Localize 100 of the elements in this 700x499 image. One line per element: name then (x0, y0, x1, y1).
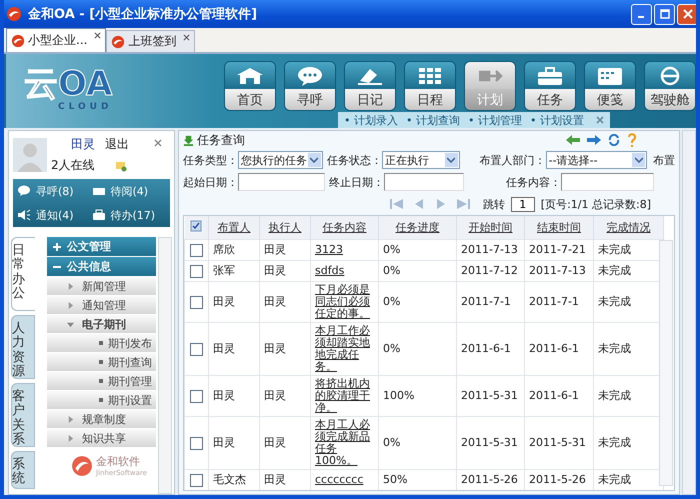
row-checkbox[interactable] (190, 296, 203, 308)
row-checkbox[interactable] (190, 390, 203, 402)
dropdown[interactable]: 正在执行 (382, 151, 460, 169)
field-label: 任务类型： (183, 152, 238, 168)
menu-label: 规章制度 (82, 412, 126, 426)
menu-group[interactable]: 公共信息 (47, 257, 156, 277)
close-icon[interactable] (183, 34, 190, 41)
chevron-down-icon (447, 157, 456, 163)
menu-item[interactable]: 期刊查询 (47, 353, 156, 372)
row-checkbox[interactable] (190, 474, 203, 486)
note-icon[interactable] (114, 160, 127, 172)
window-title: 金和OA - [小型企业标准办公管理软件] (28, 6, 258, 23)
app-logo-icon (111, 34, 126, 48)
scrollbar[interactable] (659, 240, 673, 486)
minimize-button[interactable] (631, 4, 652, 24)
input-field[interactable] (238, 173, 325, 191)
side-tab[interactable]: 人力资源 (11, 315, 35, 379)
table-cell: 田灵 (264, 342, 286, 355)
triangle-right-icon (67, 282, 74, 290)
stat-link[interactable]: 寻呼(8) (17, 184, 92, 198)
input-field[interactable] (561, 173, 654, 191)
tab-label: 小型企业... (28, 32, 88, 49)
refresh-icon[interactable] (608, 134, 620, 146)
menu-item[interactable]: 规章制度 (47, 410, 156, 429)
menu-item[interactable]: 期刊管理 (47, 372, 156, 391)
tab-label: 上班签到 (128, 33, 176, 50)
page-input[interactable]: 1 (510, 196, 535, 212)
close-button[interactable] (677, 4, 696, 24)
menu-item[interactable]: 期刊发布 (47, 334, 156, 353)
stat-link[interactable]: 待阅(4) (92, 184, 166, 198)
field-label: 任务状态： (326, 152, 382, 168)
stat-link[interactable]: 待办(17) (92, 208, 166, 222)
table-cell: 2011-7-21 (529, 243, 586, 256)
side-tab[interactable]: 客户关系 (11, 383, 35, 447)
table-cell: 2011-7-12 (461, 264, 518, 277)
submenu-link[interactable]: • 计划查询 (406, 112, 460, 128)
nav-button[interactable]: 驾驶舱 (644, 61, 696, 111)
side-tab[interactable]: 日常办公 (11, 237, 35, 311)
close-icon (682, 9, 692, 19)
table-cell: 0% (383, 436, 400, 449)
select-all-icon[interactable] (190, 220, 202, 232)
table-cell: 田灵 (264, 473, 286, 486)
menu-item[interactable]: 电子期刊 (47, 315, 156, 334)
speech-bubble-icon (295, 66, 325, 86)
app-logo-icon (6, 6, 22, 22)
side-tab[interactable]: 系统 (11, 451, 35, 489)
table-cell: 未完成 (598, 264, 631, 277)
nav-button[interactable]: 日程 (404, 61, 456, 111)
document-tab[interactable]: 上班签到 (106, 30, 196, 52)
row-checkbox[interactable] (190, 264, 203, 278)
scrollbar[interactable] (682, 130, 696, 495)
maximize-button[interactable] (654, 4, 675, 24)
table-cell: 田灵 (264, 243, 286, 256)
square-bullet-icon (99, 379, 103, 383)
forward-arrow-icon[interactable] (587, 135, 601, 145)
nav-button[interactable]: 任务 (524, 61, 576, 111)
menu-label: 公共信息 (67, 259, 111, 274)
maximize-icon (660, 9, 670, 19)
submenu-link[interactable]: • 计划录入 (344, 112, 398, 128)
submenu-link[interactable]: • 计划设置 (530, 112, 584, 128)
table-cell: 0% (383, 295, 400, 308)
row-checkbox[interactable] (190, 436, 203, 450)
user-name-link[interactable]: 田灵 (71, 136, 95, 153)
nav-button[interactable]: 便笺 (584, 61, 636, 111)
input-field[interactable] (384, 173, 464, 191)
nav-button[interactable]: 日记 (344, 61, 396, 111)
table-cell: 2011-5-31 (529, 436, 586, 449)
document-tab[interactable]: 小型企业... (6, 28, 106, 52)
row-checkbox[interactable] (190, 244, 203, 256)
stat-link[interactable]: 通知(4) (17, 208, 92, 222)
table-cell: 2011-6-1 (529, 342, 579, 355)
table-cell: 2011-7-1 (461, 295, 511, 308)
table-cell: 2011-7-13 (529, 264, 586, 277)
menu-item[interactable]: 期刊设置 (47, 391, 156, 410)
menu-group[interactable]: 公文管理 (47, 237, 156, 257)
nav-button[interactable]: 寻呼 (284, 61, 336, 111)
keypad-icon (595, 66, 625, 86)
house-icon (235, 66, 265, 86)
table-cell: 田灵 (213, 389, 235, 402)
back-arrow-icon[interactable] (566, 135, 580, 145)
menu-label: 通知管理 (82, 298, 126, 312)
logout-link[interactable]: 退出 (105, 136, 129, 153)
menu-item[interactable]: 知识共享 (47, 429, 156, 448)
speaker-icon (17, 209, 31, 221)
online-count: 2人在线 (51, 157, 95, 174)
menu-item[interactable]: 新闻管理 (47, 277, 156, 296)
dropdown[interactable]: --请选择-- (546, 151, 648, 169)
row-checkbox[interactable] (190, 342, 203, 356)
table-cell: 0% (383, 342, 400, 355)
submenu-link[interactable]: • 计划管理 (468, 112, 522, 128)
chevron-down-icon (634, 157, 643, 163)
nav-button[interactable]: 首页 (224, 61, 276, 111)
menu-item[interactable]: 通知管理 (47, 296, 156, 315)
triangle-right-icon (67, 302, 74, 308)
scrollbar[interactable] (158, 237, 172, 494)
close-icon[interactable] (154, 139, 162, 147)
table-cell: 2011-5-31 (461, 389, 518, 402)
close-icon[interactable] (94, 32, 102, 39)
dropdown[interactable]: 您执行的任务 (238, 151, 323, 169)
plus-icon (53, 242, 61, 250)
